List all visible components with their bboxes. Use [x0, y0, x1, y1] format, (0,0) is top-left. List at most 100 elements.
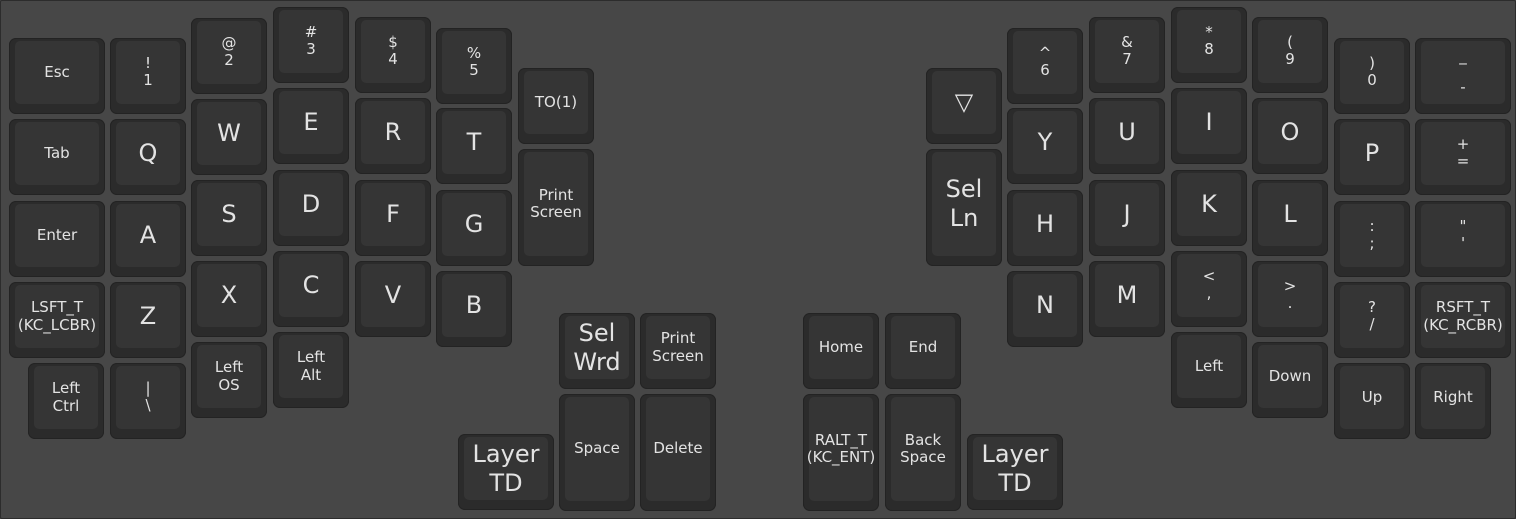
key-x[interactable]: X [191, 261, 267, 337]
key-label: Tab [44, 143, 70, 162]
key-label: H [1035, 210, 1055, 239]
key-print-screen[interactable]: Print Screen [518, 149, 594, 266]
key-left-arrow[interactable]: Left [1171, 332, 1247, 408]
key-1[interactable]: ! 1 [110, 38, 186, 114]
key-slash[interactable]: ? / [1334, 282, 1410, 358]
key-label: D [301, 190, 321, 219]
key-label: X [220, 281, 238, 310]
key-p[interactable]: P [1334, 119, 1410, 195]
key-ralt[interactable]: RALT_T (KC_ENT) [803, 394, 879, 511]
key-4[interactable]: $4 [355, 17, 431, 93]
key-sel-ln[interactable]: Sel Ln [926, 149, 1002, 266]
key-k[interactable]: K [1171, 170, 1247, 246]
key-base-label: / [1369, 314, 1375, 333]
key-backslash[interactable]: | \ [110, 363, 186, 439]
key-u[interactable]: U [1089, 98, 1165, 174]
key-label: TO(1) [534, 92, 578, 111]
key-sel-wrd[interactable]: Sel Wrd [559, 313, 635, 389]
key-space[interactable]: Space [559, 394, 635, 511]
key-label: J [1123, 200, 1131, 229]
key-label-line1: Sel [578, 318, 616, 347]
key-i[interactable]: I [1171, 88, 1247, 164]
key-b[interactable]: B [436, 271, 512, 347]
key-g[interactable]: G [436, 190, 512, 266]
key-tab[interactable]: Tab [9, 119, 105, 195]
key-period[interactable]: >. [1252, 261, 1328, 337]
key-base-label: 0 [1367, 70, 1377, 89]
key-h[interactable]: H [1007, 190, 1083, 266]
key-left-alt[interactable]: Left Alt [273, 332, 349, 408]
key-shift-label: < [1202, 267, 1216, 285]
key-semicolon[interactable]: :; [1334, 201, 1410, 277]
key-layer-td-right[interactable]: Layer TD [967, 434, 1063, 510]
key-label: Down [1268, 366, 1312, 385]
key-print-screen-thumb[interactable]: Print Screen [640, 313, 716, 389]
key-7[interactable]: & 7 [1089, 17, 1165, 93]
key-c[interactable]: C [273, 251, 349, 327]
key-f[interactable]: F [355, 180, 431, 256]
key-t[interactable]: T [436, 108, 512, 184]
key-right-arrow[interactable]: Right [1415, 363, 1491, 439]
key-base-label: ' [1460, 233, 1466, 252]
key-r[interactable]: R [355, 98, 431, 174]
key-label-line2: Ln [949, 204, 979, 232]
key-n[interactable]: N [1007, 271, 1083, 347]
key-triangle[interactable]: ▽ [926, 68, 1002, 144]
key-up-arrow[interactable]: Up [1334, 363, 1410, 439]
key-end[interactable]: End [885, 313, 961, 389]
key-label-line2: (KC_LCBR) [17, 315, 97, 334]
key-5[interactable]: % 5 [436, 28, 512, 104]
key-equal[interactable]: + = [1415, 119, 1511, 195]
key-minus[interactable]: _ - [1415, 38, 1511, 114]
key-m[interactable]: M [1089, 261, 1165, 337]
key-lshift[interactable]: LSFT_T (KC_LCBR) [9, 282, 105, 358]
key-0[interactable]: ) 0 [1334, 38, 1410, 114]
key-s[interactable]: S [191, 180, 267, 256]
key-w[interactable]: W [191, 99, 267, 175]
key-q[interactable]: Q [110, 119, 186, 195]
key-label: S [221, 200, 237, 229]
key-o[interactable]: O [1252, 98, 1328, 174]
key-quote[interactable]: " ' [1415, 201, 1511, 277]
key-l[interactable]: L [1252, 180, 1328, 256]
key-2[interactable]: @2 [191, 18, 267, 94]
key-8[interactable]: * 8 [1171, 7, 1247, 83]
key-delete[interactable]: Delete [640, 394, 716, 511]
key-home[interactable]: Home [803, 313, 879, 389]
key-backspace[interactable]: Back Space [885, 394, 961, 511]
key-layer-td-left[interactable]: Layer TD [458, 434, 554, 510]
key-to1[interactable]: TO(1) [518, 68, 594, 144]
key-esc[interactable]: Esc [9, 38, 105, 114]
key-label: B [465, 291, 483, 320]
key-label-line2: TD [489, 468, 523, 497]
key-e[interactable]: E [273, 88, 349, 164]
key-label-line2: Ctrl [52, 396, 80, 415]
key-base-label: ; [1369, 233, 1375, 252]
key-comma[interactable]: <, [1171, 251, 1247, 327]
key-9[interactable]: (9 [1252, 17, 1328, 93]
key-label: Right [1433, 387, 1473, 406]
key-label: O [1280, 118, 1300, 147]
key-shift-label: ( [1287, 33, 1293, 51]
key-y[interactable]: Y [1007, 108, 1083, 184]
key-base-label: , [1206, 283, 1212, 302]
key-v[interactable]: V [355, 261, 431, 337]
key-left-ctrl[interactable]: Left Ctrl [28, 363, 104, 439]
key-base-label: 2 [224, 50, 234, 69]
key-down-arrow[interactable]: Down [1252, 342, 1328, 418]
key-z[interactable]: Z [110, 282, 186, 358]
key-label-line1: Left [214, 358, 244, 377]
key-label: V [384, 281, 402, 310]
key-6[interactable]: ^ 6 [1007, 28, 1083, 104]
key-enter[interactable]: Enter [9, 201, 105, 277]
key-label-line2: Screen [652, 346, 704, 365]
key-j[interactable]: J [1089, 180, 1165, 256]
key-d[interactable]: D [273, 170, 349, 246]
key-3[interactable]: #3 [273, 7, 349, 83]
key-label: Z [139, 302, 157, 331]
key-rshift[interactable]: RSFT_T (KC_RCBR) [1415, 282, 1511, 358]
key-base-label: = [1456, 151, 1470, 170]
key-left-os[interactable]: Left OS [191, 342, 267, 418]
key-a[interactable]: A [110, 201, 186, 277]
key-base-label: 8 [1204, 39, 1214, 58]
